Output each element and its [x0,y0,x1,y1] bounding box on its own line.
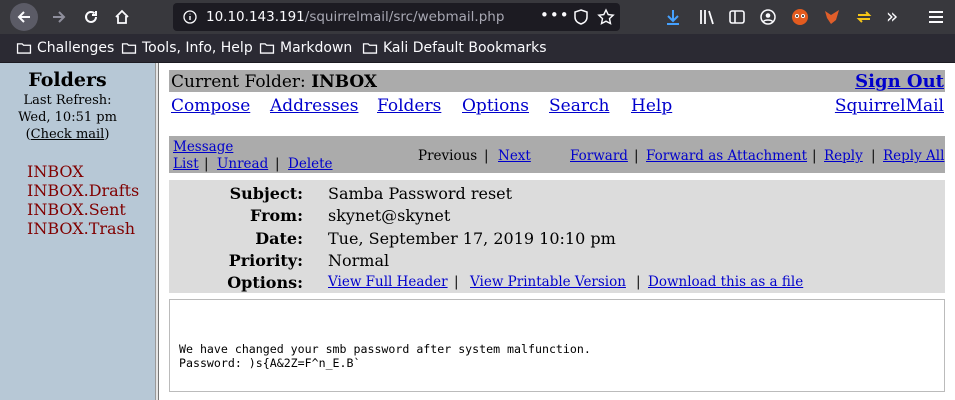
subject-label: Subject: [229,184,303,203]
bookmark-kali-default[interactable]: Kali Default Bookmarks [362,38,547,58]
current-folder: Current Folder: INBOX [171,72,377,92]
reload-button[interactable] [76,2,106,32]
from-label: From: [249,206,303,225]
sync-icon[interactable] [855,8,873,26]
folders-title: Folders [28,69,107,91]
reload-icon [85,10,97,23]
bookmark-label: Tools, Info, Help [142,40,253,56]
priority-label: Priority: [228,251,303,270]
extension-icon[interactable] [791,8,809,26]
foxyproxy-icon[interactable] [823,8,841,26]
home-button[interactable] [107,2,137,32]
separator: | [636,274,641,290]
url-host: 10.10.143.191 [206,9,305,25]
home-icon [115,9,129,24]
url-path: /squirrelmail/src/webmail.php [304,9,505,25]
view-printable-link[interactable]: View Printable Version [470,274,626,290]
message-body-line-2: Password: )s{A&2Z=F^n_E.B` [179,356,361,370]
separator: | [484,148,489,164]
library-icon[interactable] [699,9,717,25]
forward-arrow-icon [53,11,66,23]
separator: | [204,156,209,172]
nav-options[interactable]: Options [462,96,529,116]
account-icon[interactable] [760,9,776,25]
url-bar[interactable]: 10.10.143.191/squirrelmail/src/webmail.p… [173,3,620,31]
current-folder-label: Current Folder: [171,72,312,92]
bookmark-challenges[interactable]: Challenges [16,38,114,58]
bookmark-tools-info-help[interactable]: Tools, Info, Help [121,38,253,58]
folder-icon [362,43,378,54]
separator: | [275,156,280,172]
check-mail-link[interactable]: Check mail [31,127,105,142]
browser-toolbar: 10.10.143.191/squirrelmail/src/webmail.p… [0,0,955,34]
options-label: Options: [227,273,303,292]
current-folder-name: INBOX [311,72,378,92]
forward-button[interactable] [44,2,74,32]
separator: | [454,274,459,290]
folder-inbox[interactable]: INBOX [27,162,84,181]
last-refresh-time: Wed, 10:51 pm [18,110,117,125]
bookmark-star-icon[interactable] [597,8,615,26]
folder-drafts[interactable]: INBOX.Drafts [27,181,139,200]
paren-close: ) [104,127,110,142]
previous-label: Previous [418,148,478,164]
folder-sent[interactable]: INBOX.Sent [27,200,126,219]
nav-search[interactable]: Search [549,96,609,116]
bookmark-label: Kali Default Bookmarks [383,40,547,56]
menu-icon[interactable] [928,10,944,24]
folder-trash[interactable]: INBOX.Trash [27,219,135,238]
unread-link[interactable]: Unread [217,156,268,172]
back-button[interactable] [10,3,38,31]
folder-icon [121,43,137,54]
last-refresh-label: Last Refresh: [23,93,112,108]
download-file-link[interactable]: Download this as a file [648,274,803,290]
forward-as-attachment-link[interactable]: Forward as Attachment [646,148,807,164]
separator: | [634,148,639,164]
view-full-header-link[interactable]: View Full Header [328,274,448,290]
check-mail-wrapper: (Check mail) [0,127,135,142]
message-list-link-2[interactable]: List [173,156,199,172]
date-value: Tue, September 17, 2019 10:10 pm [328,229,616,248]
bookmark-label: Markdown [280,40,353,56]
nav-addresses[interactable]: Addresses [270,96,358,116]
squirrelmail-link[interactable]: SquirrelMail [835,96,944,116]
message-list-link-1[interactable]: Message [173,139,233,155]
folder-icon [16,43,32,54]
sign-out-link[interactable]: Sign Out [855,71,944,92]
sidebar-icon[interactable] [729,9,745,25]
download-icon[interactable] [665,9,681,25]
folder-icon [259,43,275,54]
nav-compose[interactable]: Compose [171,96,250,116]
from-value: skynet@skynet [328,206,451,225]
bookmark-markdown[interactable]: Markdown [259,38,352,58]
url-text[interactable]: 10.10.143.191/squirrelmail/src/webmail.p… [206,9,504,25]
info-icon[interactable] [183,10,197,24]
delete-link[interactable]: Delete [288,156,333,172]
subject-value: Samba Password reset [328,184,513,203]
reply-link[interactable]: Reply [824,148,863,164]
separator: | [871,148,876,164]
forward-link[interactable]: Forward [570,148,628,164]
page-actions-icon[interactable]: ••• [540,6,570,24]
message-body-line-1: We have changed your smb password after … [179,342,591,356]
next-link[interactable]: Next [498,148,531,164]
overflow-chevron-icon[interactable]: » [886,4,898,28]
reply-all-link[interactable]: Reply All [883,148,944,164]
priority-value: Normal [328,251,390,270]
nav-help[interactable]: Help [631,96,672,116]
nav-folders[interactable]: Folders [377,96,441,116]
shield-icon[interactable] [572,8,590,26]
back-arrow-icon [17,11,30,23]
separator: | [812,148,817,164]
bookmark-label: Challenges [37,40,115,56]
date-label: Date: [255,229,303,248]
